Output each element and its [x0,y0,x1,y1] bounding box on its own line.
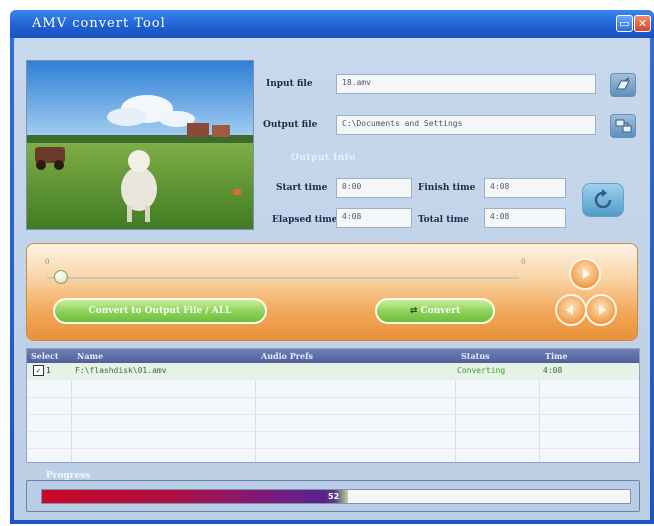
refresh-icon [594,189,612,209]
column-header-time[interactable]: Time [545,351,568,361]
file-list[interactable]: Select Name Audio Prefs Status Time ✓ 1 … [26,348,640,463]
window-title: AMV convert Tool [32,16,166,31]
table-row[interactable]: ✓ 1 F:\flashdisk\01.amv Converting 4:08 [27,363,639,380]
output-file-label: Output file [263,120,318,130]
total-time-label: Total time [418,215,470,225]
browse-input-button[interactable] [610,73,636,97]
prev-icon [566,305,573,315]
row-name: F:\flashdisk\01.amv [75,366,167,375]
progress-bar: 52 [41,489,631,504]
convert-arrows-icon: ⇄ [409,306,418,316]
convert-button[interactable]: ⇄ Convert [375,298,495,324]
column-header-name[interactable]: Name [77,351,103,361]
row-divider [27,431,639,432]
start-time-label: Start time [276,183,328,193]
list-header: Select Name Audio Prefs Status Time [27,349,639,363]
preview-image [27,61,253,229]
client-area: Input file 18.amv Output file C:\Documen… [14,38,650,520]
seek-slider-track[interactable] [47,277,519,279]
browse-output-button[interactable] [610,114,636,138]
progress-fill [42,490,326,503]
column-header-select[interactable]: Select [31,351,59,361]
row-status: Converting [457,366,506,375]
progress-panel: 52 [26,480,640,512]
elapsed-time-field[interactable]: 4:08 [336,208,412,228]
elapsed-time-label: Elapsed time [272,215,338,225]
minimize-button[interactable]: ▭ [616,15,633,32]
previous-button[interactable] [555,294,587,326]
playback-control-band: 0 0 Convert to Output File / ALL ⇄ Conve… [26,243,638,341]
total-time-field[interactable]: 4:08 [484,208,566,228]
finish-time-field[interactable]: 4:08 [484,178,566,198]
row-checkbox[interactable]: ✓ [33,365,44,376]
folder-browse-icon [615,119,632,133]
play-icon [583,269,590,279]
app-window: AMV convert Tool ▭ ✕ Input file 18.amv O… [10,10,654,524]
convert-all-button[interactable]: Convert to Output File / ALL [53,298,267,324]
finish-time-label: Finish time [418,183,476,193]
row-divider [27,448,639,449]
slider-start-tick: 0 [45,258,50,266]
row-divider [27,397,639,398]
column-header-status[interactable]: Status [461,351,490,361]
output-info-label: Output Info [291,153,356,163]
close-button[interactable]: ✕ [634,15,651,32]
next-button[interactable] [585,294,617,326]
folder-open-icon [616,77,630,90]
minimize-icon: ▭ [619,17,630,30]
reset-button[interactable] [582,183,624,217]
seek-slider-handle[interactable] [54,270,68,284]
output-file-field[interactable]: C:\Documents and Settings [336,115,596,135]
column-header-audio[interactable]: Audio Prefs [261,351,313,361]
progress-percent: 52 [328,492,340,501]
video-preview [26,60,254,230]
row-time: 4:08 [543,366,563,375]
title-bar[interactable]: AMV convert Tool ▭ ✕ [10,10,654,38]
slider-end-tick: 0 [521,258,526,266]
row-index: 1 [46,366,51,375]
close-icon: ✕ [637,17,648,30]
input-file-label: Input file [266,79,313,89]
row-divider [27,414,639,415]
input-file-field[interactable]: 18.amv [336,74,596,94]
play-button[interactable] [569,258,601,290]
next-icon [599,305,606,315]
convert-button-label: Convert [420,306,461,316]
start-time-field[interactable]: 0:00 [336,178,412,198]
